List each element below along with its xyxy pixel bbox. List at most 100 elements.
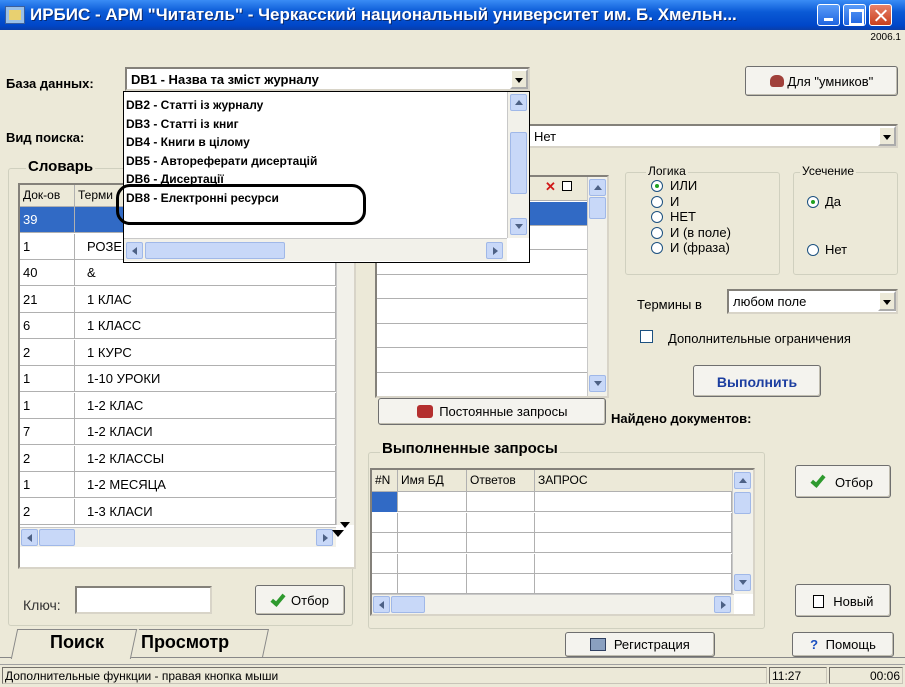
chevron-down-icon[interactable] xyxy=(878,126,896,146)
executed-cell[interactable] xyxy=(467,533,535,553)
vscroll-thumb[interactable] xyxy=(589,197,606,219)
dropdown-item[interactable]: DB5 - Автореферати дисертацій xyxy=(126,154,317,168)
col-answers-header[interactable]: Ответов xyxy=(467,470,535,492)
docs-cell[interactable]: 1 xyxy=(20,366,75,392)
docs-cell[interactable]: 21 xyxy=(20,286,75,313)
executed-row[interactable] xyxy=(372,533,732,553)
term-cell[interactable]: 1-10 УРОКИ xyxy=(75,366,336,392)
executed-cell[interactable] xyxy=(467,512,535,533)
docs-cell[interactable]: 40 xyxy=(20,260,75,286)
scroll-down-icon[interactable] xyxy=(589,375,606,392)
logic-option-label[interactable]: И xyxy=(670,194,679,209)
truncation-radio[interactable] xyxy=(807,196,819,208)
term-cell[interactable]: 1 КЛАСС xyxy=(75,313,336,339)
hscroll-thumb[interactable] xyxy=(39,529,75,546)
docs-cell[interactable]: 2 xyxy=(20,339,75,366)
search-type-select[interactable]: Нет xyxy=(528,124,898,148)
scroll-right-icon[interactable] xyxy=(316,529,333,546)
docs-cell[interactable]: 1 xyxy=(20,392,75,419)
docs-cell[interactable]: 2 xyxy=(20,445,75,472)
col-db-header[interactable]: Имя БД xyxy=(398,470,467,492)
tab-view-label[interactable]: Просмотр xyxy=(141,632,229,653)
docs-cell[interactable]: 1 xyxy=(20,233,75,260)
minimize-button[interactable] xyxy=(817,4,840,26)
term-cell[interactable]: 1-2 МЕСЯЦА xyxy=(75,472,336,498)
scroll-up-icon[interactable] xyxy=(589,179,606,196)
term-cell[interactable]: 1 КУРС xyxy=(75,339,336,366)
executed-grid[interactable]: #N Имя БД Ответов ЗАПРОС xyxy=(370,468,755,616)
dropdown-item[interactable]: DB2 - Статті із журналу xyxy=(126,98,263,112)
logic-option-label[interactable]: ИЛИ xyxy=(670,178,697,193)
logic-option-label[interactable]: И (в поле) xyxy=(670,225,731,240)
executed-cell[interactable] xyxy=(398,512,467,533)
window-icon[interactable] xyxy=(562,181,572,191)
query-term-row[interactable] xyxy=(377,300,587,324)
smart-button[interactable]: Для "умников" xyxy=(745,66,898,96)
dropdown-hscroll[interactable] xyxy=(124,238,507,261)
key-input[interactable] xyxy=(75,586,212,614)
logic-radio[interactable] xyxy=(651,195,663,208)
logic-option-label[interactable]: НЕТ xyxy=(670,209,696,224)
permanent-queries-button[interactable]: Постоянные запросы xyxy=(378,398,606,425)
table-row[interactable]: 1 1-2 МЕСЯЦА xyxy=(20,472,336,498)
dropdown-vscroll[interactable] xyxy=(507,92,529,238)
query-term-row[interactable] xyxy=(377,373,587,396)
chevron-down-icon[interactable] xyxy=(510,69,528,89)
query-term-row[interactable] xyxy=(377,275,587,299)
dropdown-item[interactable]: DB4 - Книги в цілому xyxy=(126,135,250,149)
scroll-down-icon[interactable] xyxy=(510,218,527,235)
scroll-up-icon[interactable] xyxy=(734,472,751,489)
docs-cell[interactable]: 1 xyxy=(20,472,75,498)
term-cell[interactable]: & xyxy=(75,260,336,286)
term-cell[interactable]: 1-2 КЛАССЫ xyxy=(75,445,336,472)
logic-option-label[interactable]: И (фраза) xyxy=(670,240,730,255)
table-row[interactable]: 61 КЛАСС xyxy=(20,313,336,339)
title-bar[interactable]: ИРБИС - АРМ "Читатель" - Черкасский наци… xyxy=(0,0,905,30)
executed-row[interactable] xyxy=(372,553,732,574)
table-row[interactable]: 21 1 КЛАС xyxy=(20,286,336,313)
executed-row[interactable] xyxy=(372,492,732,512)
executed-cell[interactable] xyxy=(372,553,398,574)
docs-cell[interactable]: 39 xyxy=(20,207,75,233)
col-docs-header[interactable]: Док-ов xyxy=(20,185,75,207)
docs-cell[interactable]: 2 xyxy=(20,498,75,525)
executed-cell[interactable] xyxy=(535,533,732,553)
docs-cell[interactable]: 7 xyxy=(20,419,75,445)
truncation-option-label[interactable]: Нет xyxy=(825,242,847,257)
maximize-button[interactable] xyxy=(843,4,866,26)
scroll-down-icon[interactable] xyxy=(332,530,344,537)
logic-radio[interactable] xyxy=(651,242,663,254)
dictionary-select-button[interactable]: Отбор xyxy=(255,585,345,615)
hscroll-thumb[interactable] xyxy=(391,596,425,613)
dropdown-item[interactable]: DB3 - Статті із книг xyxy=(126,117,239,131)
executed-row[interactable] xyxy=(372,512,732,533)
new-button[interactable]: Новый xyxy=(795,584,891,617)
col-query-header[interactable]: ЗАПРОС xyxy=(535,470,734,492)
truncation-radio[interactable] xyxy=(807,244,819,256)
truncation-option-label[interactable]: Да xyxy=(825,194,841,209)
table-row[interactable]: 1 1-10 УРОКИ xyxy=(20,366,336,392)
executed-cell[interactable] xyxy=(535,574,732,594)
executed-cell[interactable] xyxy=(535,492,732,512)
scroll-down-icon[interactable] xyxy=(734,574,751,591)
delete-icon[interactable]: ✕ xyxy=(545,179,556,195)
table-row[interactable]: 2 1-2 КЛАССЫ xyxy=(20,445,336,472)
executed-cell[interactable] xyxy=(535,553,732,574)
tab-search-label[interactable]: Поиск xyxy=(50,632,104,653)
terms-in-select[interactable]: любом поле xyxy=(727,289,898,314)
scroll-left-icon[interactable] xyxy=(373,596,390,613)
term-cell[interactable]: 1-3 КЛАСИ xyxy=(75,498,336,525)
table-row[interactable]: 21 КУРС xyxy=(20,339,336,366)
executed-cell[interactable] xyxy=(398,553,467,574)
executed-cell[interactable] xyxy=(372,533,398,553)
extra-restrictions-checkbox[interactable] xyxy=(640,330,653,343)
chevron-down-icon[interactable] xyxy=(878,291,896,311)
executed-cell[interactable] xyxy=(467,553,535,574)
executed-vscroll[interactable] xyxy=(732,470,753,594)
table-row[interactable]: 40 & xyxy=(20,260,336,286)
scroll-right-icon[interactable] xyxy=(486,242,503,259)
scroll-left-icon[interactable] xyxy=(126,242,143,259)
execute-button[interactable]: Выполнить xyxy=(693,365,821,397)
executed-cell[interactable] xyxy=(372,512,398,533)
logic-radio[interactable] xyxy=(651,180,663,192)
